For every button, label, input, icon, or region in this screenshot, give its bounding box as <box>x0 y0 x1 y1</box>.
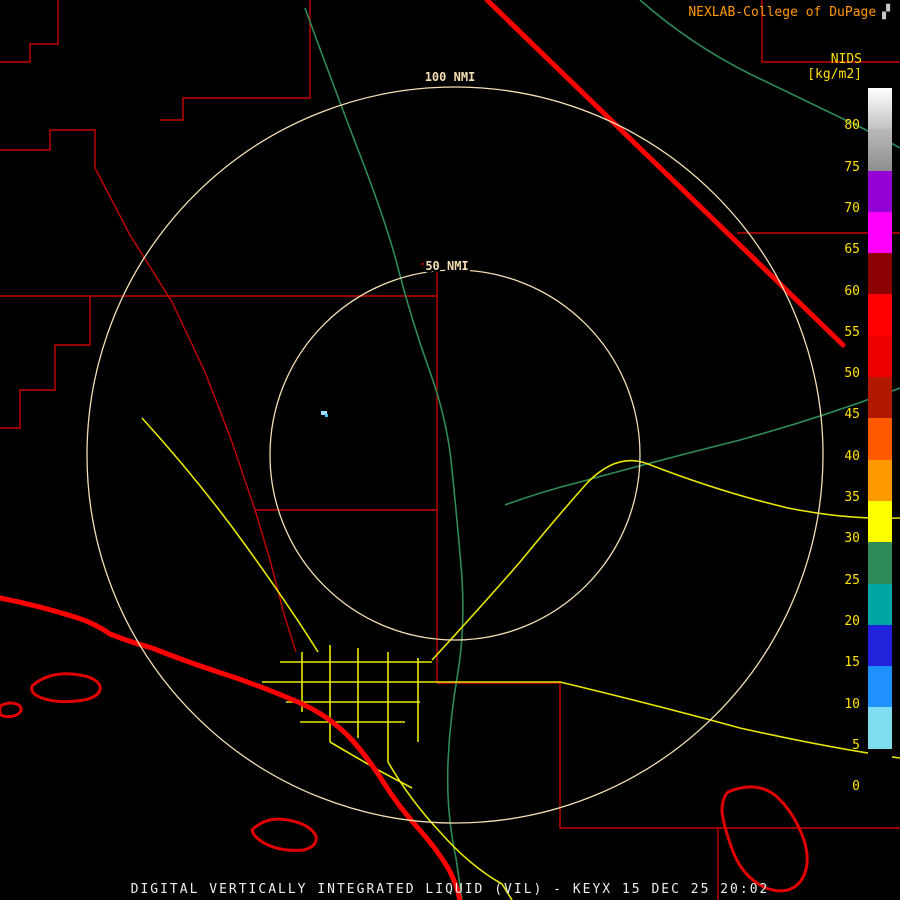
road <box>262 662 465 722</box>
units-label: [kg/m2] <box>807 67 862 82</box>
colorbar-segment-75-80 <box>868 129 892 170</box>
cod-logo-icon: ▞ <box>882 5 890 20</box>
colorbar-segment-50-55 <box>868 336 892 377</box>
range-ring-50nmi <box>270 270 640 640</box>
colorbar-segment-15-20 <box>868 625 892 666</box>
river <box>305 8 463 900</box>
header-title-text: NEXLAB-College of DuPage <box>688 5 876 20</box>
river <box>505 388 900 505</box>
coastline <box>0 598 460 900</box>
island-outline <box>722 787 807 891</box>
rivers <box>305 0 900 900</box>
colorbar-segment-60-65 <box>868 253 892 294</box>
range-label-50nmi: 50 NMI <box>425 259 468 273</box>
radar-display: 100 NMI 50 NMI NEXLAB-College of DuPage ▞… <box>0 0 900 900</box>
islands <box>0 674 807 891</box>
colorbar-segment-45-50 <box>868 377 892 418</box>
road <box>432 461 900 660</box>
county-line <box>421 264 437 683</box>
county-line <box>95 168 296 652</box>
colorbar-segment-80+ <box>868 88 892 129</box>
echo-pixel <box>325 414 328 417</box>
state-border <box>487 0 843 345</box>
header-title: NEXLAB-College of DuPage ▞ <box>688 5 890 20</box>
county-line <box>0 130 95 168</box>
colorbar-segment-10-15 <box>868 666 892 707</box>
island-outline <box>252 819 316 850</box>
colorbar-segment-40-45 <box>868 418 892 459</box>
colorbar-segment-65-70 <box>868 212 892 253</box>
county-line <box>0 296 90 428</box>
island-outline <box>0 703 21 717</box>
colorbar-segment-20-25 <box>868 584 892 625</box>
product-code-label: NIDS <box>831 52 862 67</box>
colorbar-segment-35-40 <box>868 460 892 501</box>
colorbar-segment-25-30 <box>868 542 892 583</box>
colorbar-segment-55-60 <box>868 294 892 335</box>
range-label-100nmi: 100 NMI <box>425 70 476 84</box>
county-line <box>160 0 310 120</box>
island-outline <box>32 674 100 702</box>
range-rings <box>87 87 823 823</box>
footer-caption: DIGITAL VERTICALLY INTEGRATED LIQUID (VI… <box>0 882 900 897</box>
county-line <box>0 0 58 62</box>
colorbar-segment-30-35 <box>868 501 892 542</box>
range-ring-100nmi <box>87 87 823 823</box>
state-border-line <box>487 0 843 345</box>
coastline-line <box>0 598 460 900</box>
vil-colorbar <box>868 88 892 790</box>
radar-map: 100 NMI 50 NMI <box>0 0 900 900</box>
colorbar-segment-0-5 <box>868 749 892 790</box>
road <box>142 418 318 652</box>
colorbar-segment-5-10 <box>868 707 892 748</box>
radar-echo <box>321 411 328 417</box>
road <box>465 682 900 758</box>
colorbar-segment-70-75 <box>868 171 892 212</box>
road <box>388 762 512 900</box>
